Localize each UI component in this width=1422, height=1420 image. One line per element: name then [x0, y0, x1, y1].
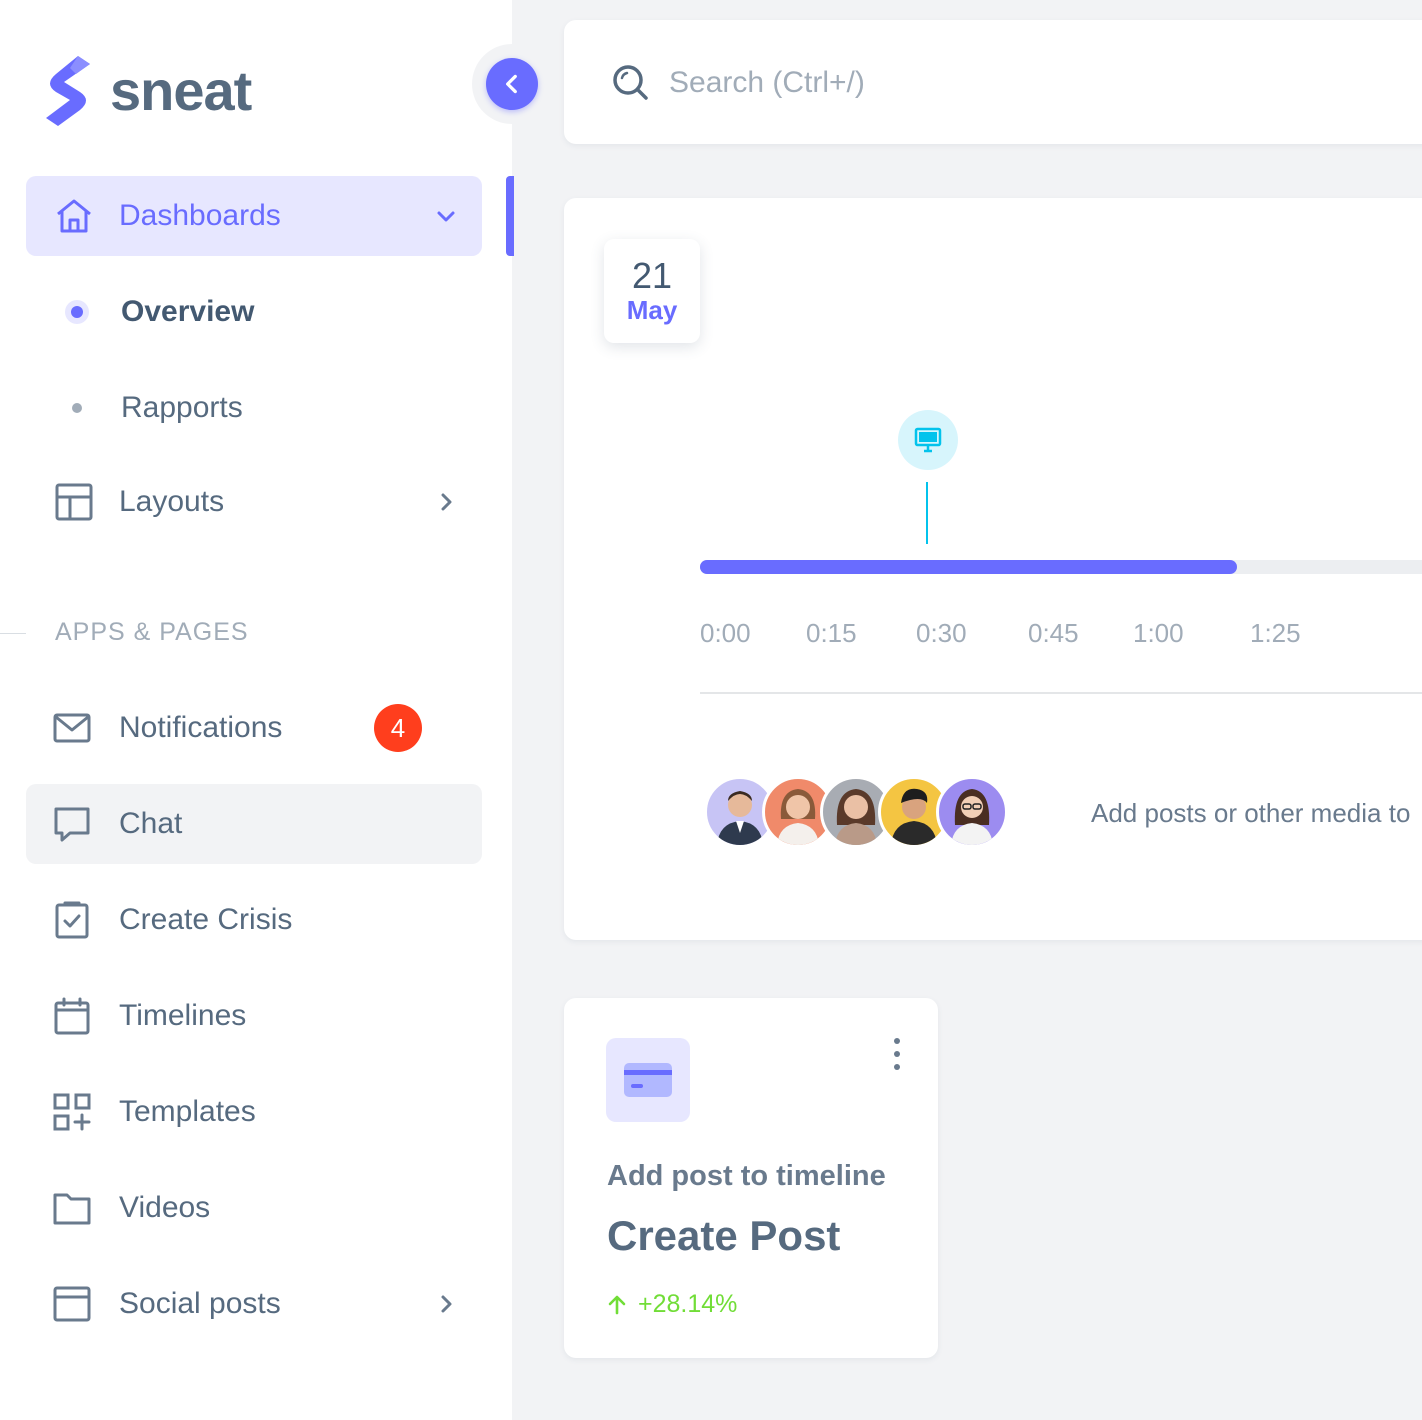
desktop-icon [914, 427, 942, 453]
calendar-icon [52, 996, 92, 1036]
nav-sub-rapports[interactable]: Rapports [26, 373, 482, 443]
nav-notifications-label: Notifications [119, 711, 283, 744]
nav-dashboards[interactable]: Dashboards [26, 176, 482, 256]
search-bar[interactable]: Search (Ctrl+/) [564, 20, 1422, 144]
nav-create-crisis-label: Create Crisis [119, 903, 293, 936]
chevron-right-icon [441, 493, 452, 511]
nav-layouts-label: Layouts [119, 485, 225, 518]
chevron-left-icon [506, 74, 517, 94]
nav-templates-label: Templates [119, 1095, 256, 1128]
chat-icon [52, 804, 92, 844]
active-bullet-icon [71, 306, 83, 318]
add-media-text: Add posts or other media to [1091, 798, 1411, 828]
window-icon [52, 1284, 92, 1324]
timeline-tick: 1:25 [1250, 618, 1301, 648]
active-page-indicator [506, 176, 514, 256]
nav-timelines[interactable]: Timelines [26, 976, 482, 1056]
chevron-down-icon [437, 211, 455, 222]
create-post-card[interactable]: Add post to timeline Create Post +28.14% [564, 998, 938, 1358]
nav-dashboards-label: Dashboards [119, 199, 281, 232]
search-placeholder: Search (Ctrl+/) [669, 66, 865, 99]
grid-plus-icon [52, 1092, 92, 1132]
timeline-tick: 0:45 [1028, 618, 1079, 648]
sidebar: sneat Dashboards Overview Rapports Layou… [0, 0, 512, 1420]
sidebar-toggle-button[interactable] [472, 44, 552, 124]
sidebar-toggle-circle [486, 58, 538, 110]
sneat-logo-icon [46, 56, 90, 126]
calendar-check-icon [52, 900, 92, 940]
nav-videos[interactable]: Videos [26, 1168, 482, 1248]
nav-templates[interactable]: Templates [26, 1072, 482, 1152]
nav-timelines-label: Timelines [119, 999, 247, 1032]
mail-icon [52, 708, 92, 748]
home-icon [54, 196, 94, 236]
timeline-card: 21 May 0:00 0:15 0:30 0:45 1:00 1:25 Add… [564, 198, 1422, 940]
timeline-tick: 1:00 [1133, 618, 1184, 648]
timeline-progress-track[interactable] [700, 560, 1422, 574]
nav-sub-label: Rapports [121, 391, 243, 424]
nav-social-posts-label: Social posts [119, 1287, 281, 1320]
nav-videos-label: Videos [119, 1191, 211, 1224]
avatar[interactable] [936, 776, 1008, 848]
nav-sub-label: Overview [121, 295, 255, 328]
timeline-tick: 0:15 [806, 618, 857, 648]
menu-section-header: APPS & PAGES [55, 618, 249, 646]
timeline-marker-line [926, 482, 928, 544]
timeline-progress-fill [700, 560, 1238, 574]
menu-header-divider [0, 633, 26, 634]
notification-count-badge: 4 [374, 704, 422, 752]
timeline-marker[interactable] [898, 410, 958, 470]
bullet-icon [72, 403, 82, 413]
layout-icon [54, 482, 94, 522]
nav-chat[interactable]: Chat [26, 784, 482, 864]
post-card-subtitle: Add post to timeline [607, 1160, 886, 1192]
brand-name: sneat [110, 58, 252, 122]
timeline-tick: 0:00 [700, 618, 751, 648]
brand-logo[interactable]: sneat [40, 52, 252, 128]
nav-create-crisis[interactable]: Create Crisis [26, 880, 482, 960]
post-card-title: Create Post [607, 1212, 841, 1259]
arrow-up-icon [608, 1295, 626, 1314]
nav-sub-overview[interactable]: Overview [26, 277, 482, 347]
search-icon [613, 65, 648, 100]
date-day: 21 [631, 255, 673, 296]
card-divider [700, 692, 1422, 694]
post-card-change: +28.14% [606, 1290, 737, 1319]
credit-card-icon [606, 1038, 690, 1122]
date-month: May [626, 295, 678, 325]
folder-icon [52, 1188, 92, 1228]
date-badge: 21 May [604, 239, 700, 343]
post-card-change-value: +28.14% [638, 1290, 738, 1318]
nav-social-posts[interactable]: Social posts [26, 1264, 482, 1344]
nav-notifications[interactable]: Notifications 4 [26, 688, 482, 768]
nav-layouts[interactable]: Layouts [26, 462, 482, 542]
timeline-tick: 0:30 [916, 618, 967, 648]
nav-chat-label: Chat [119, 807, 183, 840]
chevron-right-icon [441, 1295, 452, 1313]
more-options-icon[interactable] [882, 1036, 912, 1072]
